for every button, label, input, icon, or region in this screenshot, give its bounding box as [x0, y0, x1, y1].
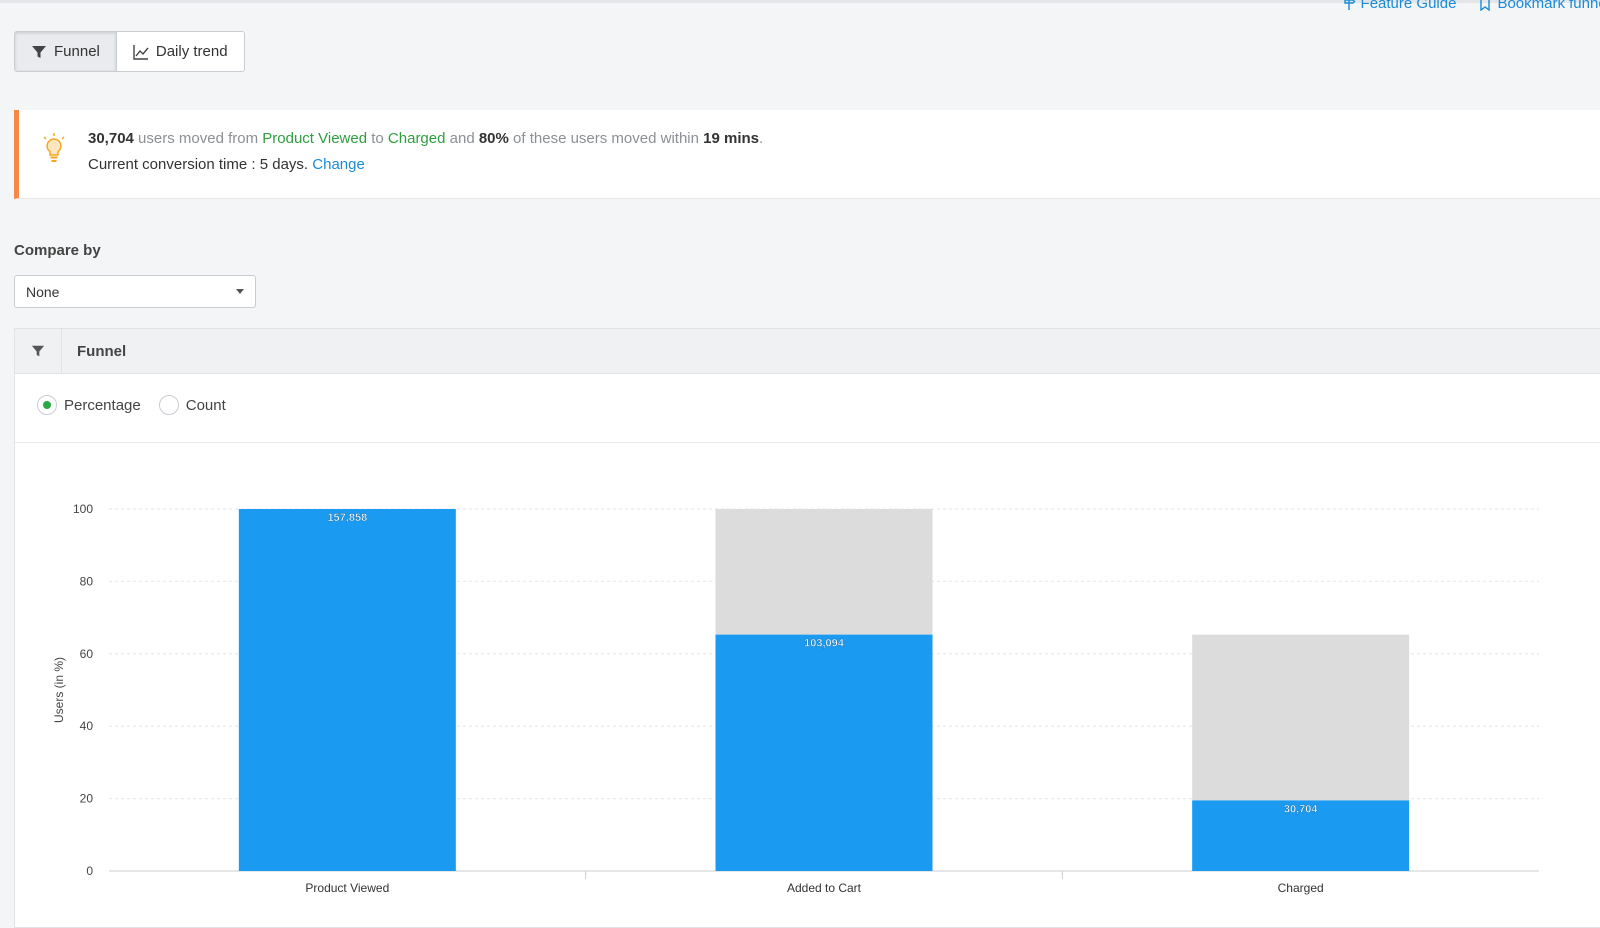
bar-dropoff: [1192, 634, 1410, 801]
insight-text: users moved from: [133, 130, 263, 147]
data-label: 157,858: [327, 512, 367, 524]
funnel-view-button[interactable]: Funnel: [15, 32, 117, 71]
y-tick-label: 20: [80, 792, 94, 806]
feature-guide-label: Feature Guide: [1360, 0, 1457, 12]
insight-text: and: [445, 130, 479, 147]
compare-by-value: None: [26, 283, 60, 300]
daily-trend-view-button[interactable]: Daily trend: [116, 32, 244, 71]
signpost-icon: [1343, 0, 1356, 10]
change-conversion-link[interactable]: Change: [312, 156, 365, 173]
conversion-time: Current conversion time : 5 days. Change: [88, 156, 365, 173]
feature-guide-link[interactable]: Feature Guide: [1342, 0, 1457, 12]
data-label: 30,704: [1284, 803, 1319, 815]
y-tick-label: 40: [80, 719, 94, 733]
bookmark-funnel-label: Bookmark funnel: [1497, 0, 1600, 12]
x-tick-label: Added to Cart: [787, 881, 862, 895]
bar: [715, 634, 933, 871]
from-event: Product Viewed: [262, 130, 368, 147]
y-tick-label: 0: [86, 864, 93, 878]
data-label: 103,094: [804, 638, 845, 650]
moved-percent: 80%: [478, 130, 509, 147]
moved-duration: 19 mins: [703, 130, 760, 147]
y-tick-label: 60: [80, 647, 94, 661]
funnel-icon: [32, 45, 46, 58]
y-axis-label: Users (in %): [52, 657, 66, 723]
insight-banner: 30,704 users moved from Product Viewed t…: [14, 110, 1600, 199]
bookmark-icon: [1480, 0, 1491, 11]
x-tick-label: Product Viewed: [305, 881, 389, 895]
bar: [238, 509, 456, 871]
line-chart-icon: [133, 44, 149, 60]
y-tick-label: 100: [73, 502, 93, 516]
compare-by-label: Compare by: [14, 242, 101, 259]
x-tick-label: Charged: [1278, 881, 1324, 895]
conversion-time-text: Current conversion time : 5 days.: [88, 156, 313, 173]
funnel-chart: 0 20 40 60 80 100 157,858 Product Viewed 103,094…: [52, 502, 1539, 895]
view-toggle: Funnel Daily trend: [14, 31, 245, 72]
lightbulb-icon: [43, 133, 65, 162]
daily-trend-view-label: Daily trend: [155, 43, 228, 60]
top-links: Feature Guide Bookmark funnel: [1342, 0, 1600, 12]
moved-users-count: 30,704: [88, 130, 134, 147]
y-tick-label: 80: [80, 574, 94, 588]
insight-summary: 30,704 users moved from Product Viewed t…: [88, 130, 763, 147]
caret-down-icon: [236, 289, 244, 294]
insight-text: .: [759, 130, 764, 147]
funnel-view-label: Funnel: [54, 43, 100, 60]
bookmark-funnel-link[interactable]: Bookmark funnel: [1478, 0, 1600, 12]
funnel-panel: Funnel Percentage Count 0 20 40 60 80 100 157,…: [14, 328, 1600, 928]
bar-dropoff: [715, 509, 933, 635]
to-event: Charged: [387, 130, 446, 147]
insight-text: to: [367, 130, 388, 147]
insight-text: of these users moved within: [508, 130, 704, 147]
compare-by-select[interactable]: None: [14, 275, 256, 308]
